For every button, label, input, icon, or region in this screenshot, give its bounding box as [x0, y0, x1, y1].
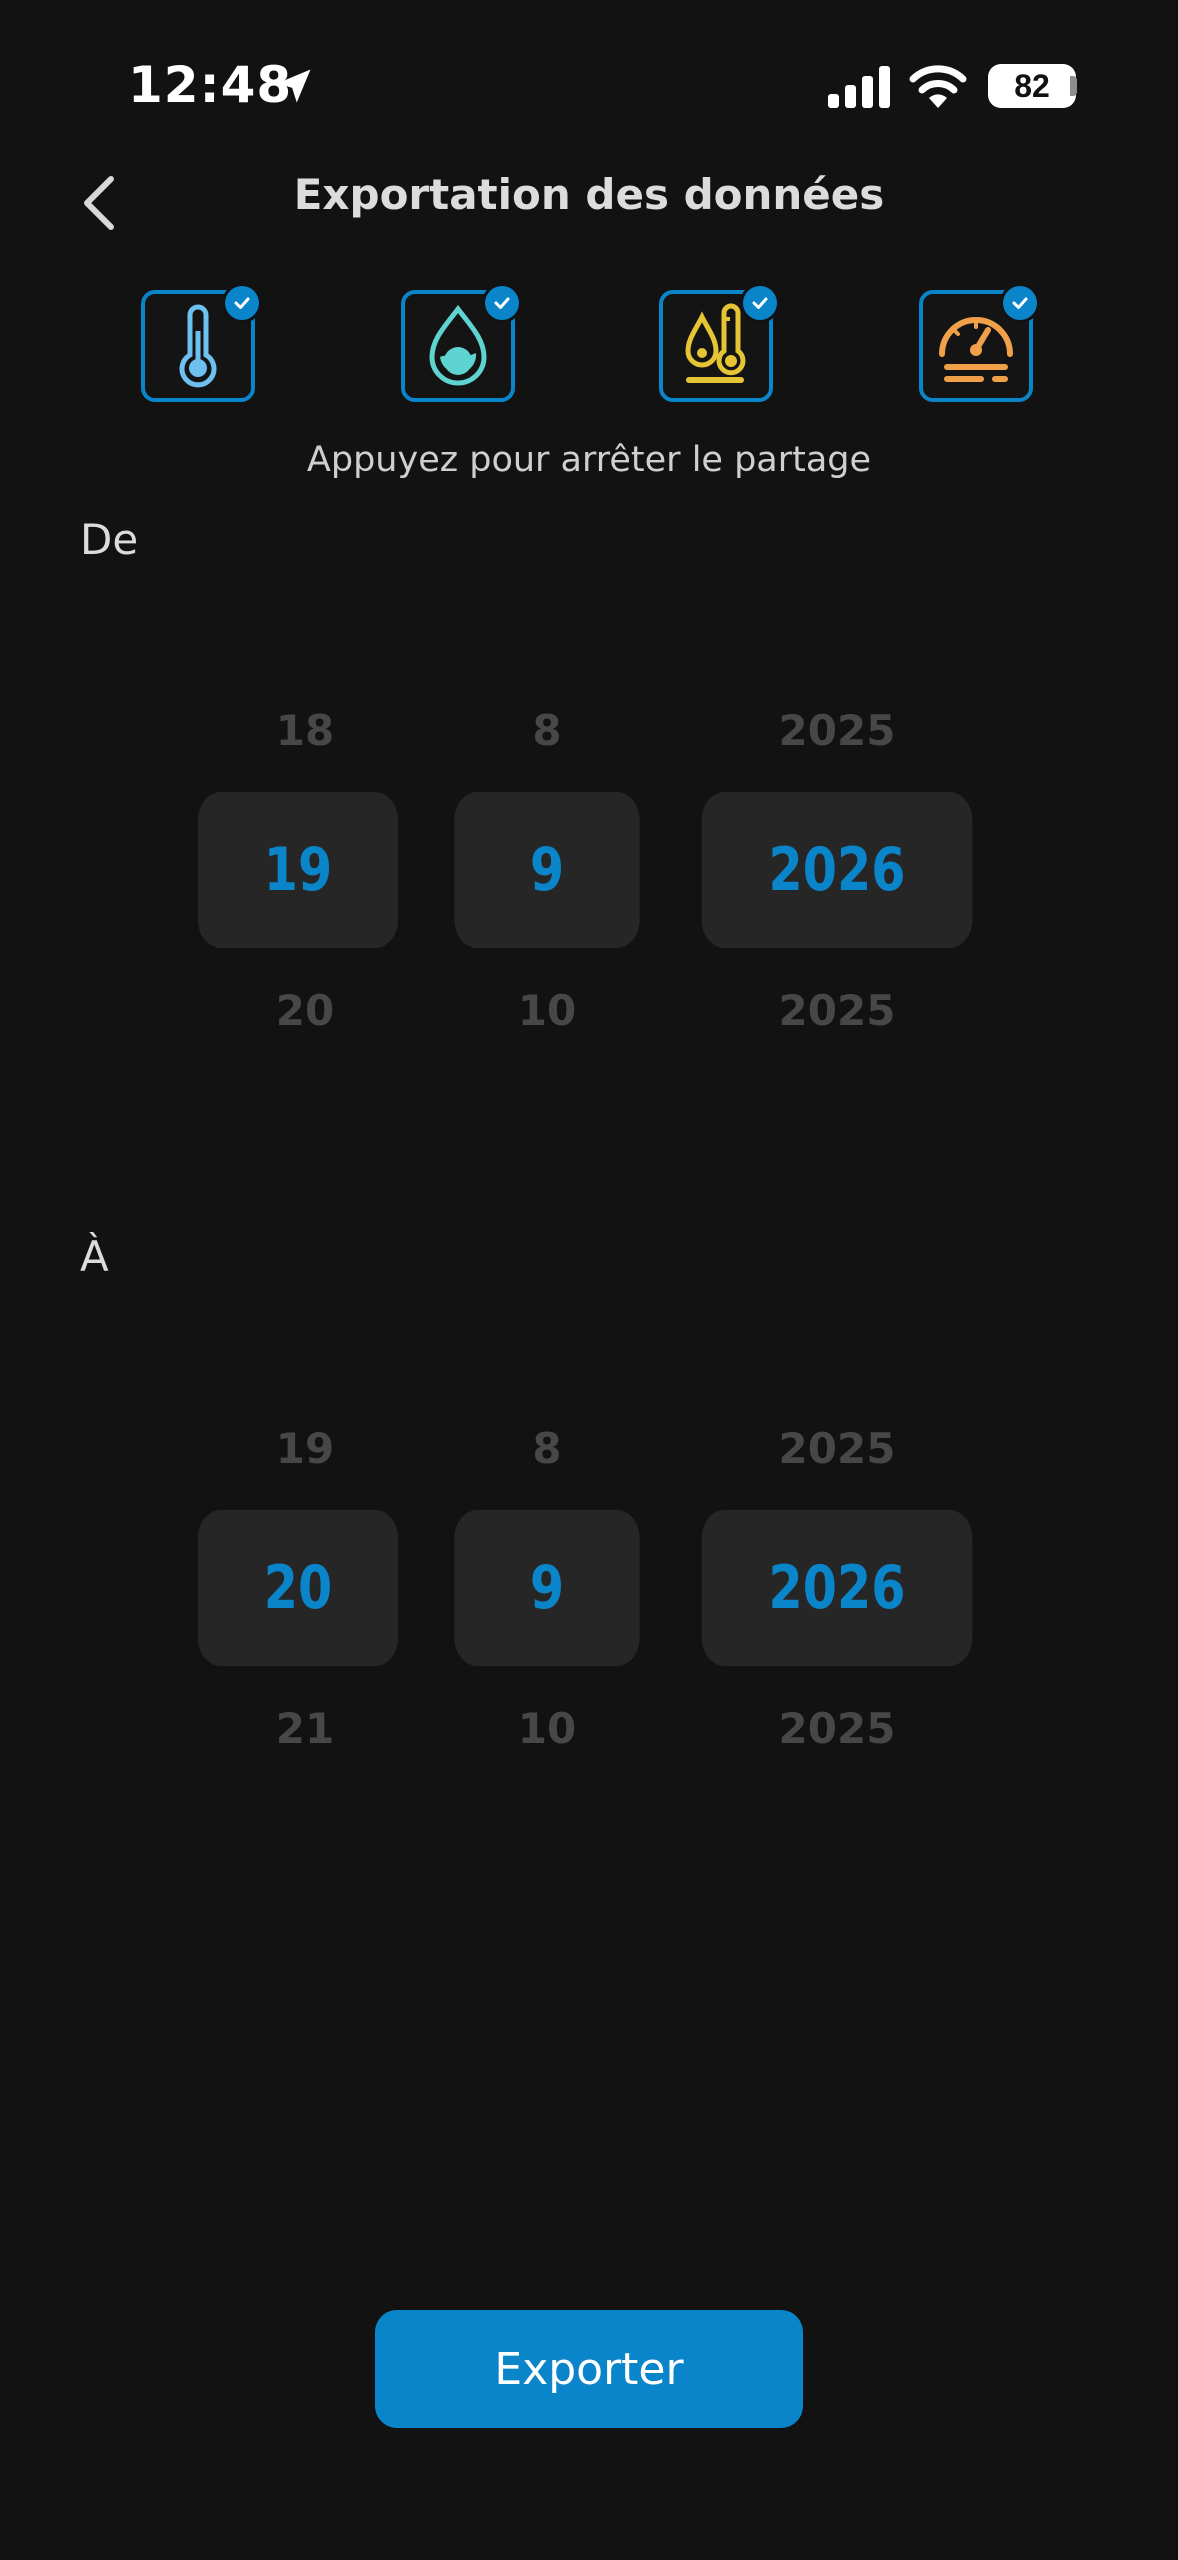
dew-point-icon — [685, 303, 746, 383]
status-bar: 12:48 82 — [0, 0, 1178, 170]
checkmark-icon — [1012, 297, 1028, 309]
wheel-selected-value: 9 — [454, 792, 640, 948]
from-month-wheel[interactable]: 8 9 10 — [434, 662, 660, 1082]
wifi-icon — [909, 65, 967, 108]
from-year-wheel[interactable]: 2025 2026 2025 — [672, 662, 1002, 1082]
wheel-next-value: 20 — [275, 986, 335, 1035]
stop-sharing-hint[interactable]: Appuyez pour arrêter le partage — [0, 440, 1178, 480]
checkmark-icon — [752, 297, 768, 309]
status-time: 12:48 — [128, 56, 293, 114]
checkmark-icon — [494, 297, 510, 309]
category-temperature-toggle[interactable] — [141, 286, 259, 402]
wheel-selected-value: 19 — [197, 792, 399, 948]
wheel-prev-value: 8 — [532, 706, 562, 755]
battery-level: 82 — [1014, 67, 1050, 104]
checkmark-icon — [234, 297, 250, 309]
wheel-next-value: 21 — [275, 1704, 335, 1753]
wheel-selected-value: 2026 — [701, 1510, 973, 1666]
water-drop-icon — [429, 304, 487, 386]
export-button[interactable]: Exporter — [375, 2310, 803, 2428]
category-humidity-toggle[interactable] — [401, 286, 519, 402]
to-year-wheel[interactable]: 2025 2026 2025 — [672, 1380, 1002, 1800]
to-day-wheel[interactable]: 19 20 21 — [176, 1380, 434, 1800]
wheel-next-value: 10 — [517, 986, 577, 1035]
check-badge — [1003, 286, 1037, 320]
check-badge — [485, 286, 519, 320]
to-date-picker: 19 20 21 8 9 10 2025 2026 2025 — [0, 1380, 1178, 1800]
to-label: À — [80, 1232, 109, 1281]
wheel-selected-value: 9 — [454, 1510, 640, 1666]
wheel-next-value: 10 — [517, 1704, 577, 1753]
check-badge — [225, 286, 259, 320]
wheel-selected-value: 20 — [197, 1510, 399, 1666]
wheel-prev-value: 19 — [275, 1424, 335, 1473]
from-date-picker: 18 19 20 8 9 10 2025 2026 2025 — [0, 662, 1178, 1082]
to-month-wheel[interactable]: 8 9 10 — [434, 1380, 660, 1800]
category-pressure-toggle[interactable] — [919, 286, 1037, 402]
cellular-signal-icon — [828, 66, 890, 108]
category-dew-point-toggle[interactable] — [659, 286, 777, 402]
battery-tip — [1070, 76, 1077, 96]
wheel-selected-value: 2026 — [701, 792, 973, 948]
from-day-wheel[interactable]: 18 19 20 — [176, 662, 434, 1082]
wheel-prev-value: 18 — [275, 706, 335, 755]
location-arrow-icon — [277, 69, 311, 103]
wheel-next-value: 2025 — [778, 1704, 896, 1753]
page-title: Exportation des données — [293, 170, 885, 219]
wheel-prev-value: 8 — [532, 1424, 562, 1473]
check-badge — [743, 286, 777, 320]
wheel-next-value: 2025 — [778, 986, 896, 1035]
wheel-prev-value: 2025 — [778, 706, 896, 755]
thermometer-icon — [179, 304, 217, 388]
wheel-prev-value: 2025 — [778, 1424, 896, 1473]
pressure-gauge-icon — [939, 317, 1013, 382]
from-label: De — [80, 515, 139, 564]
battery-indicator: 82 — [988, 64, 1076, 108]
